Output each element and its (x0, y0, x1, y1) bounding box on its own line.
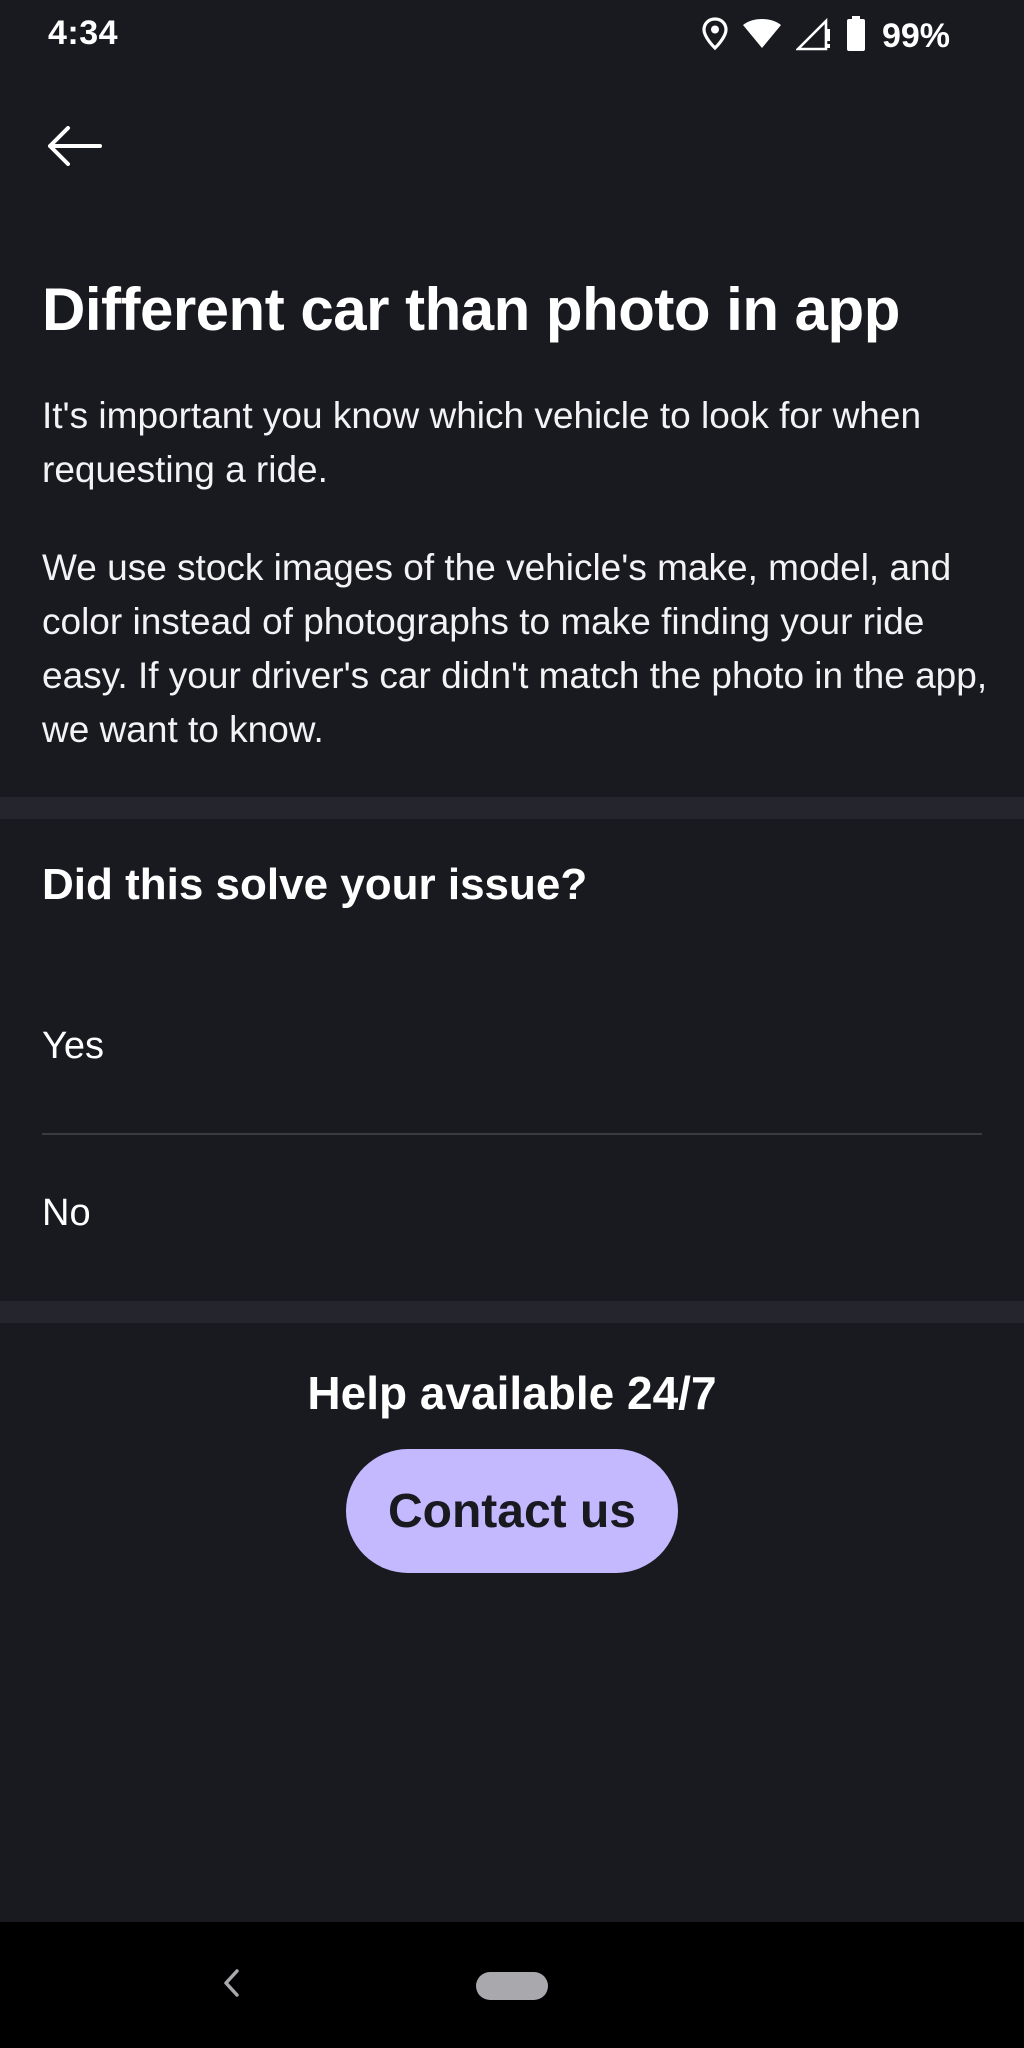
location-icon (702, 16, 728, 56)
back-button[interactable] (34, 108, 114, 188)
feedback-option-no[interactable]: No (0, 1150, 1024, 1290)
signal-icon (794, 17, 832, 56)
help-availability-text: Help available 24/7 (307, 1367, 717, 1419)
chevron-left-icon (221, 1968, 241, 2003)
feedback-question: Did this solve your issue? (42, 860, 588, 909)
feedback-option-label: No (42, 1192, 91, 1234)
arrow-left-icon (46, 125, 102, 171)
status-icons: 99% (702, 15, 950, 57)
status-bar: 4:34 99% (0, 0, 1024, 72)
article-paragraph-2: We use stock images of the vehicle's mak… (42, 547, 988, 750)
wifi-icon (742, 18, 782, 55)
nav-back-button[interactable] (206, 1960, 256, 2010)
screen: 4:34 99% Different car than photo in app… (0, 0, 1024, 2048)
status-time: 4:34 (48, 14, 119, 52)
article-paragraph-1: It's important you know which vehicle to… (42, 395, 922, 490)
home-pill-icon[interactable] (476, 1972, 548, 2000)
option-divider (42, 1133, 982, 1135)
contact-us-button[interactable]: Contact us (346, 1449, 678, 1573)
feedback-option-yes[interactable]: Yes (0, 980, 1024, 1120)
section-divider (0, 797, 1024, 819)
battery-icon (846, 15, 866, 57)
page-title: Different car than photo in app (42, 276, 900, 343)
system-nav-bar (0, 1922, 1024, 2048)
section-divider (0, 1301, 1024, 1323)
feedback-option-label: Yes (42, 1025, 104, 1067)
battery-percentage: 99% (881, 16, 950, 55)
